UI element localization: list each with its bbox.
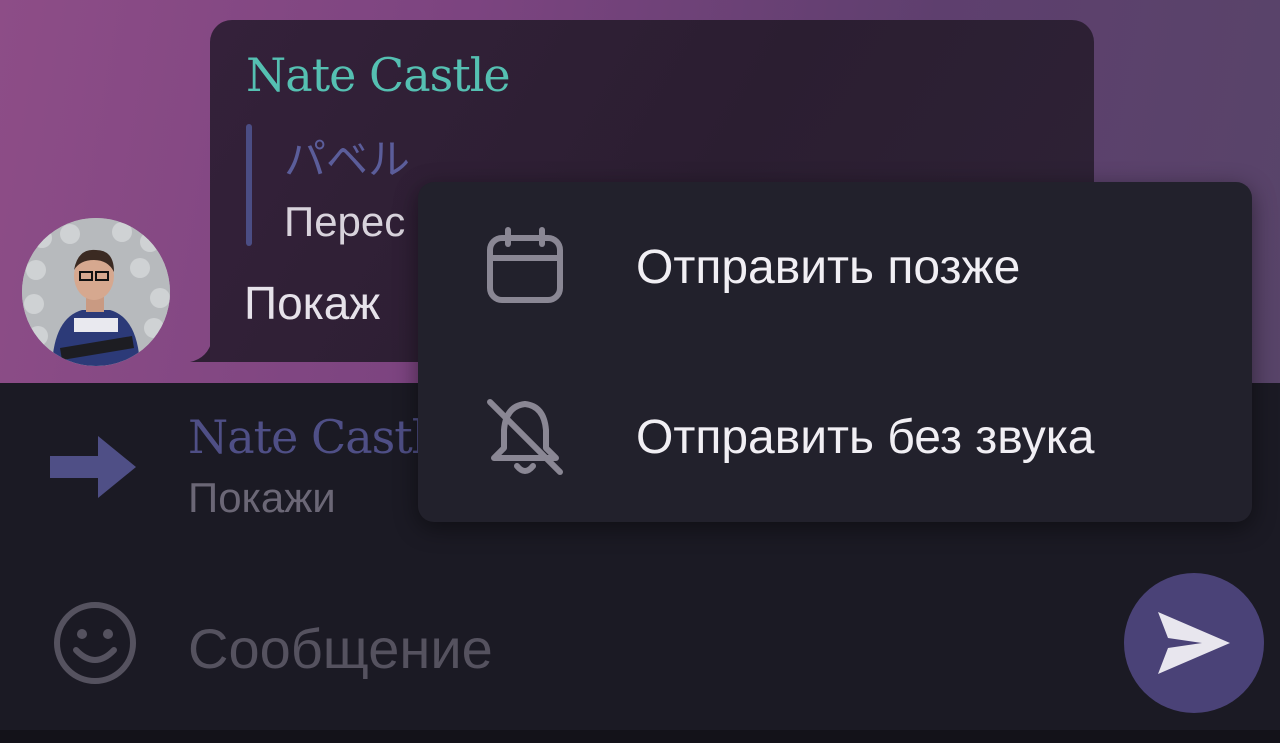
menu-item-label: Отправить позже bbox=[636, 241, 1021, 294]
bell-off-icon bbox=[487, 399, 563, 475]
avatar[interactable] bbox=[22, 218, 170, 366]
message-text: Покаж bbox=[244, 277, 381, 329]
send-options-menu: Отправить позже Отправить без звука bbox=[418, 182, 1252, 522]
message-input[interactable] bbox=[188, 608, 1088, 688]
reply-name: Nate Castl bbox=[188, 410, 426, 464]
send-button[interactable] bbox=[1124, 573, 1264, 713]
emoji-icon[interactable] bbox=[52, 600, 138, 686]
send-icon bbox=[1158, 612, 1230, 674]
menu-item-send-silent[interactable]: Отправить без звука bbox=[418, 352, 1252, 522]
sender-name[interactable]: Nate Castle bbox=[246, 48, 511, 102]
quote-bar bbox=[246, 124, 252, 246]
bottom-edge bbox=[0, 730, 1280, 743]
avatar-image bbox=[22, 218, 170, 366]
reply-text: Покажи bbox=[188, 474, 336, 521]
menu-item-label: Отправить без звука bbox=[636, 411, 1095, 464]
quote-author: パベル bbox=[284, 136, 411, 183]
forward-arrow-icon bbox=[50, 436, 136, 498]
quote-text: Перес bbox=[284, 198, 406, 245]
menu-item-send-later[interactable]: Отправить позже bbox=[418, 182, 1252, 352]
calendar-icon bbox=[487, 227, 563, 303]
